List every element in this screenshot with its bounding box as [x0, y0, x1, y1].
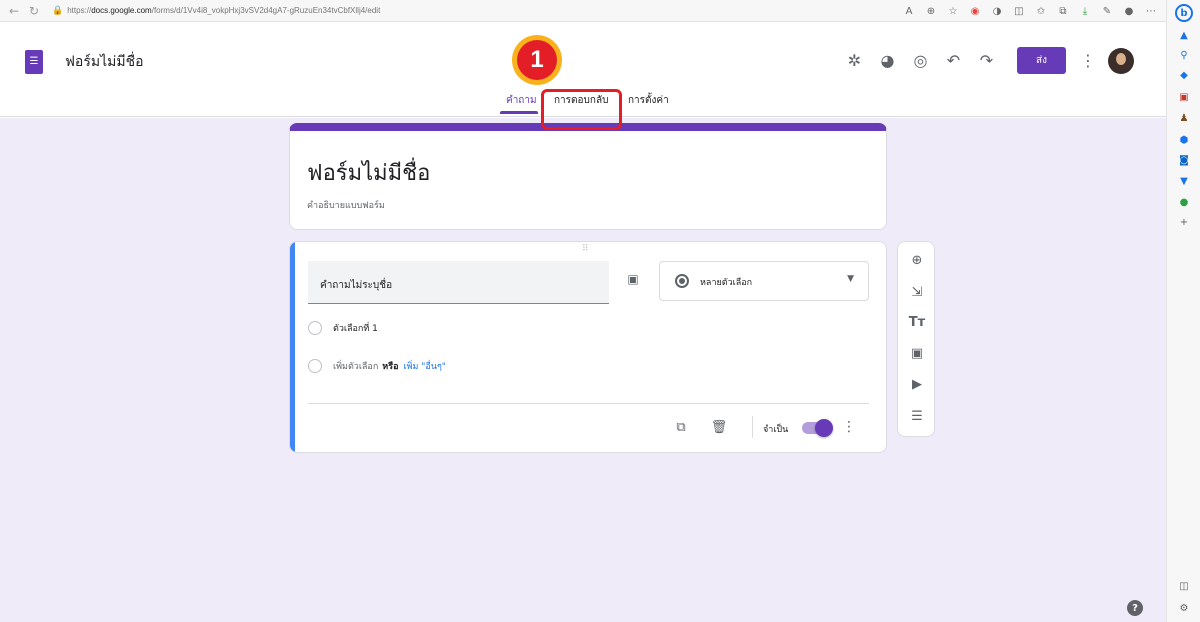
radio-button-icon — [675, 274, 689, 288]
office-icon[interactable]: ⬢ — [1176, 132, 1192, 148]
question-type-label: หลายตัวเลือก — [700, 278, 753, 288]
add-other-link[interactable]: เพิ่ม "อื่นๆ" — [403, 359, 445, 373]
forms-logo-icon[interactable]: ☰ — [25, 50, 43, 74]
redo-icon[interactable]: ↷ — [970, 48, 1003, 74]
browser-sidebar: b ▲ ⚲ ◆ ▣ ♟ ⬢ ◙ ▼ ● + ◫ ⚙ — [1166, 0, 1200, 622]
preview-icon[interactable]: ◎ — [904, 48, 937, 74]
more-vert-icon[interactable]: ⋮ — [1074, 48, 1102, 74]
download-icon[interactable]: ⤓ — [1076, 2, 1094, 20]
option-label[interactable]: ตัวเลือกที่ 1 — [333, 321, 378, 335]
add-icon[interactable]: + — [1176, 214, 1192, 230]
tools-icon[interactable]: ▼ — [1176, 173, 1192, 189]
extension-icon[interactable]: ✎ — [1098, 2, 1116, 20]
sidebar-toggle-icon[interactable]: ◫ — [1176, 578, 1192, 594]
favorite-icon[interactable]: ☆ — [944, 2, 962, 20]
add-question-icon[interactable]: ⊕ — [907, 250, 927, 270]
form-description[interactable]: คำอธิบายแบบฟอร์ม — [307, 198, 385, 212]
search-icon[interactable]: ⚲ — [1176, 47, 1192, 63]
address-bar[interactable]: https://docs.google.com/forms/d/1Vv4i8_v… — [67, 6, 380, 15]
undo-icon[interactable]: ↶ — [937, 48, 970, 74]
form-title-card[interactable]: ฟอร์มไม่มีชื่อ คำอธิบายแบบฟอร์ม — [289, 123, 887, 230]
outlook-icon[interactable]: ◙ — [1176, 152, 1192, 168]
question-card[interactable]: ⠿ คำถามไม่ระบุชื่อ ▣ หลายตัวเลือก ▼ ตัวเ… — [289, 241, 887, 453]
more-vert-icon[interactable]: ⋮ — [842, 418, 856, 436]
highlight-box — [541, 89, 622, 130]
or-label: หรือ — [382, 362, 399, 372]
header-toolbar: ✲ ◕ ◎ ↶ ↷ ส่ง ⋮ — [838, 47, 1134, 74]
add-option-link[interactable]: เพิ่มตัวเลือก — [333, 359, 378, 373]
step-number: 1 — [517, 40, 557, 80]
add-image-icon[interactable]: ▣ — [907, 343, 927, 363]
required-toggle-knob[interactable] — [815, 419, 833, 437]
add-section-icon[interactable]: ☰ — [907, 406, 927, 426]
add-video-icon[interactable]: ▶ — [907, 374, 927, 394]
tag-icon[interactable]: ◆ — [1176, 67, 1192, 83]
back-icon[interactable]: ← — [4, 1, 24, 21]
extension-icon[interactable]: ◉ — [966, 2, 984, 20]
tab-settings[interactable]: การตั้งค่า — [628, 93, 669, 115]
question-type-select[interactable]: หลายตัวเลือก ▼ — [659, 261, 869, 301]
step-badge: 1 — [512, 35, 562, 85]
question-focus-bar — [290, 242, 295, 452]
lock-icon: 🔒 — [52, 5, 64, 16]
radio-icon — [308, 321, 322, 335]
question-title-input[interactable]: คำถามไม่ระบุชื่อ — [308, 261, 609, 304]
option-row[interactable]: ตัวเลือกที่ 1 — [308, 319, 378, 337]
required-label: จำเป็น — [763, 425, 789, 435]
zoom-icon[interactable]: ⊕ — [922, 2, 940, 20]
favorites-bar-icon[interactable]: ✩ — [1032, 2, 1050, 20]
briefcase-icon[interactable]: ▣ — [1176, 89, 1192, 105]
question-title-text: คำถามไม่ระบุชื่อ — [320, 280, 393, 291]
green-circle-icon[interactable]: ● — [1176, 194, 1192, 210]
split-screen-icon[interactable]: ◫ — [1010, 2, 1028, 20]
games-icon[interactable]: ♟ — [1176, 110, 1192, 126]
addons-icon[interactable]: ✲ — [838, 48, 871, 74]
divider — [752, 416, 753, 438]
profile-icon[interactable]: ● — [1120, 2, 1138, 20]
drag-handle-icon[interactable]: ⠿ — [582, 244, 590, 254]
add-title-icon[interactable]: Tт — [907, 312, 927, 332]
add-option-row: เพิ่มตัวเลือก หรือ เพิ่ม "อื่นๆ" — [308, 357, 446, 375]
refresh-icon[interactable]: ↻ — [24, 1, 44, 21]
add-image-icon[interactable]: ▣ — [624, 270, 642, 288]
duplicate-icon[interactable]: ⧉ — [672, 418, 690, 436]
active-tab-indicator — [500, 111, 538, 114]
doc-title[interactable]: ฟอร์มไม่มีชื่อ — [65, 51, 143, 73]
avatar[interactable] — [1108, 47, 1134, 74]
collections-icon[interactable]: ⧉ — [1054, 2, 1072, 20]
send-button[interactable]: ส่ง — [1017, 47, 1066, 74]
divider — [308, 403, 869, 404]
bell-icon[interactable]: ▲ — [1176, 27, 1192, 43]
read-aloud-icon[interactable]: A — [900, 2, 918, 20]
form-title[interactable]: ฟอร์มไม่มีชื่อ — [307, 155, 430, 190]
radio-icon — [308, 359, 322, 373]
copilot-icon[interactable]: b — [1175, 4, 1193, 22]
floating-toolbar: ⊕ ⇲ Tт ▣ ▶ ☰ — [897, 241, 935, 437]
extension-icon[interactable]: ◑ — [988, 2, 1006, 20]
import-questions-icon[interactable]: ⇲ — [907, 282, 927, 302]
dropdown-arrow-icon: ▼ — [847, 274, 854, 284]
browser-toolbar: ← ↻ 🔒 https://docs.google.com/forms/d/1V… — [0, 0, 1166, 22]
palette-icon[interactable]: ◕ — [871, 48, 904, 74]
delete-icon[interactable]: 🗑 — [710, 418, 728, 436]
more-icon[interactable]: ⋯ — [1142, 2, 1160, 20]
help-icon[interactable]: ? — [1127, 600, 1143, 616]
settings-icon[interactable]: ⚙ — [1176, 600, 1192, 616]
